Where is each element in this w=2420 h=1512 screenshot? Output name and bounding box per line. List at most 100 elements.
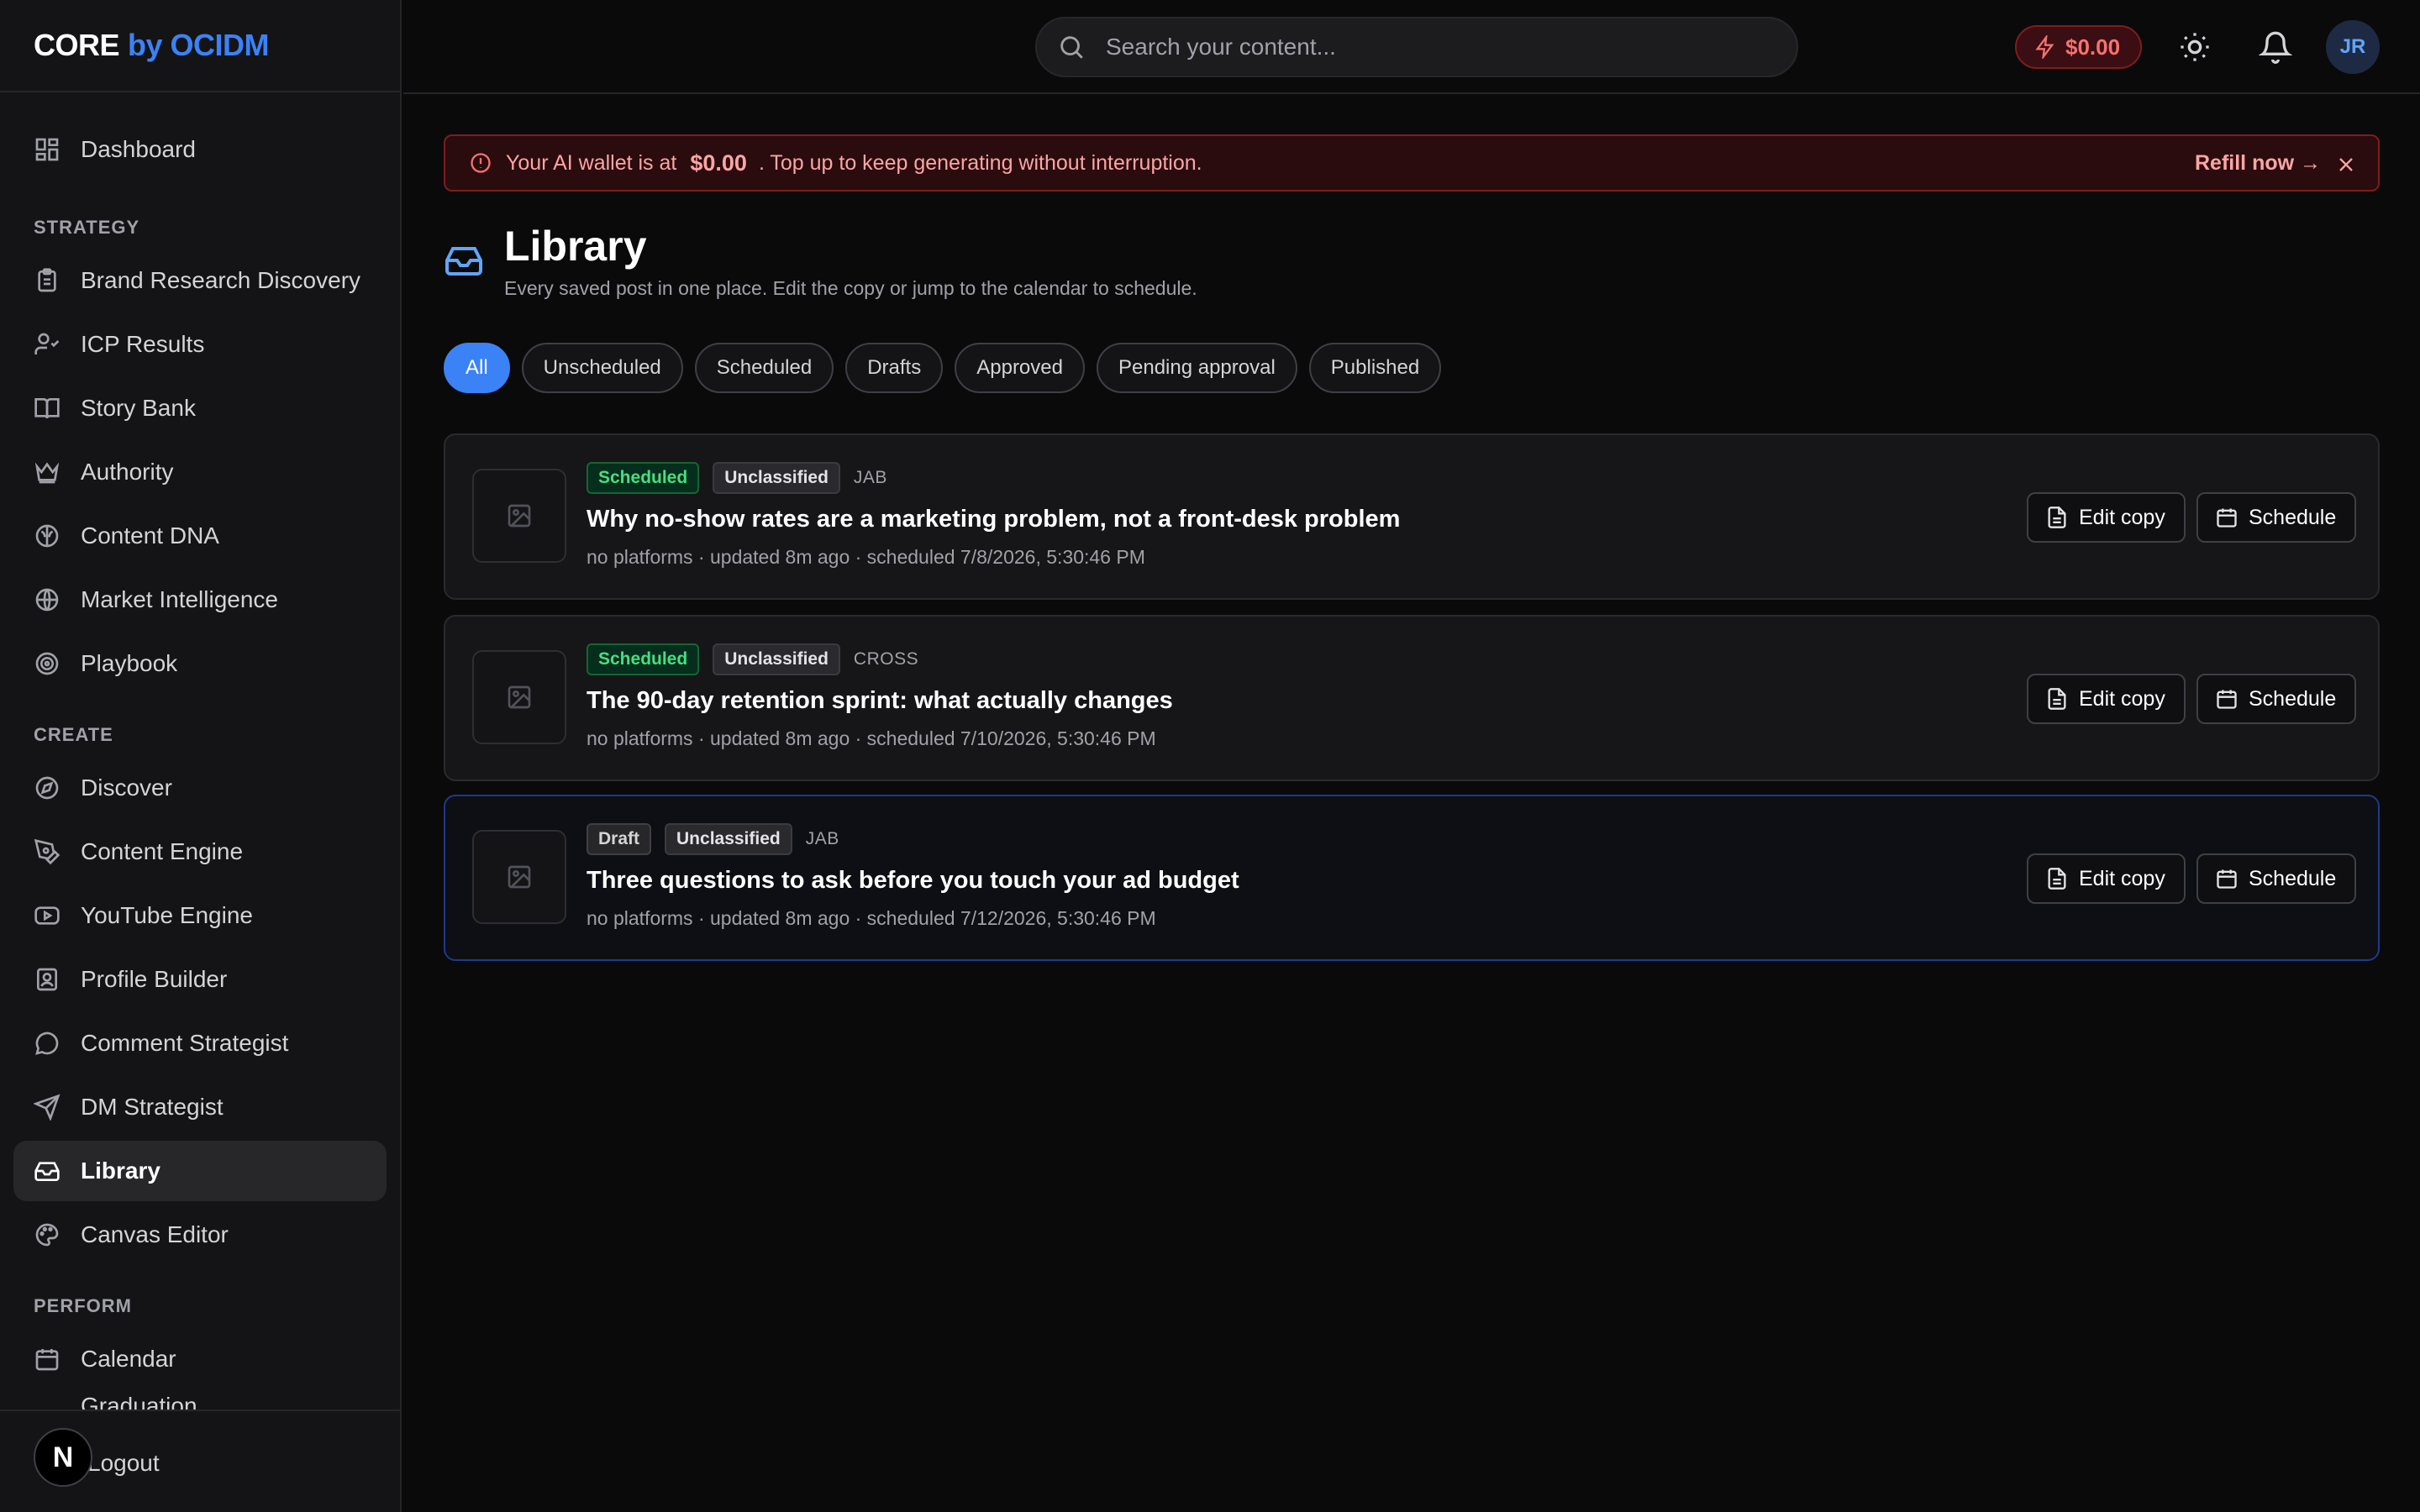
page-title: Library [504,223,647,270]
crown-icon [34,462,60,484]
post-title: The 90-day retention sprint: what actual… [587,687,1173,714]
calendar-icon [35,1349,59,1371]
contact-icon [37,968,57,991]
alert-prefix: Your AI wallet is at [506,150,677,175]
post-thumbnail [472,469,566,563]
sidebar-item-label: Market Intelligence [81,586,279,612]
schedule-label: Schedule [2249,866,2337,890]
image-placeholder-icon [508,865,531,889]
sidebar-item-dashboard[interactable]: Dashboard [13,119,387,180]
sidebar-item-playbook[interactable]: Playbook [13,633,387,694]
sidebar-item-label: YouTube Engine [81,902,253,928]
filter-approved[interactable]: Approved [955,343,1085,393]
sidebar-item-calendar[interactable]: Calendar [13,1329,387,1389]
sidebar-item-discover[interactable]: Discover [13,758,387,818]
search-bar[interactable] [1035,17,1798,77]
sidebar-item-dm-strategist[interactable]: DM Strategist [13,1077,387,1137]
sidebar-item-story-bank[interactable]: Story Bank [13,378,387,438]
message-circle-icon [35,1032,59,1055]
refill-now-link[interactable]: Refill now → [2195,151,2321,176]
wallet-alert-banner: Your AI wallet is at $0.00 . Top up to k… [444,134,2380,192]
inbox-icon [445,247,482,276]
filter-drafts[interactable]: Drafts [845,343,944,393]
sidebar-item-content-dna[interactable]: Content DNA [13,506,387,566]
brand-logo[interactable]: CORE by OCIDM [0,0,400,92]
sidebar-item-authority[interactable]: Authority [13,442,387,502]
post-meta: no platforms · updated 8m ago · schedule… [587,727,1156,749]
post-card[interactable]: Scheduled Unclassified CROSS The 90-day … [444,615,2380,781]
filter-scheduled[interactable]: Scheduled [694,343,834,393]
edit-copy-button[interactable]: Edit copy [2027,492,2186,543]
post-meta: no platforms · updated 8m ago · schedule… [587,546,1145,568]
sidebar-item-label: DM Strategist [81,1094,224,1120]
section-create: CREATE [34,724,113,745]
logout-button[interactable]: Logout [87,1450,160,1477]
sidebar-item-label: Content Engine [81,838,244,864]
book-open-icon [34,398,60,419]
post-code: JAB [853,468,887,487]
avatar[interactable]: JR [2326,20,2380,74]
calendar-icon [2217,690,2237,709]
sidebar-item-canvas-editor[interactable]: Canvas Editor [13,1205,387,1265]
sidebar-item-label: Playbook [81,650,178,676]
schedule-button[interactable]: Schedule [2196,674,2357,724]
close-icon[interactable] [2334,153,2358,176]
globe-icon [35,588,59,612]
filter-pending-approval[interactable]: Pending approval [1096,343,1297,393]
theme-toggle-button[interactable] [2171,24,2218,71]
post-title: Why no-show rates are a marketing proble… [587,506,1401,533]
status-badge: Scheduled [587,462,700,494]
edit-copy-button[interactable]: Edit copy [2027,853,2186,904]
sidebar-item-comment-strategist[interactable]: Comment Strategist [13,1013,387,1074]
compass-icon [35,776,59,800]
post-card[interactable]: Draft Unclassified JAB Three questions t… [444,795,2380,961]
post-code: JAB [805,829,839,848]
wallet-balance-pill[interactable]: $0.00 [2015,25,2143,69]
calendar-icon [2217,869,2237,889]
sidebar-item-content-engine[interactable]: Content Engine [13,822,387,882]
edit-copy-label: Edit copy [2079,686,2165,711]
schedule-button[interactable]: Schedule [2196,853,2357,904]
sidebar-item-market-intelligence[interactable]: Market Intelligence [13,570,387,630]
sidebar-item-brand-research[interactable]: Brand Research Discovery [13,250,387,311]
sidebar-item-label: Discover [81,774,172,801]
pen-tool-icon [34,838,60,865]
post-code: CROSS [853,649,919,669]
filter-published[interactable]: Published [1308,343,1442,393]
edit-copy-button[interactable]: Edit copy [2027,674,2186,724]
sidebar-item-youtube-engine[interactable]: YouTube Engine [13,885,387,946]
post-card[interactable]: Scheduled Unclassified JAB Why no-show r… [444,433,2380,600]
post-tags: Draft Unclassified JAB [587,823,839,855]
send-icon [34,1094,60,1121]
post-meta: no platforms · updated 8m ago · schedule… [587,907,1156,929]
post-title: Three questions to ask before you touch … [587,867,1239,894]
notifications-button[interactable] [2252,24,2299,71]
search-input[interactable] [1106,34,1778,60]
sidebar-item-label: Brand Research Discovery [81,267,361,293]
status-badge: Scheduled [587,643,700,675]
sidebar-item-library[interactable]: Library [13,1141,387,1201]
image-placeholder-icon [508,685,531,709]
alert-suffix: . Top up to keep generating without inte… [758,150,1202,175]
palette-icon [35,1223,59,1247]
sidebar-item-label: Profile Builder [81,966,228,992]
category-badge: Unclassified [665,823,792,855]
sidebar-item-label: ICP Results [81,331,205,357]
sidebar-item-profile-builder[interactable]: Profile Builder [13,949,387,1010]
clipboard-icon [38,268,56,292]
schedule-button[interactable]: Schedule [2196,492,2357,543]
filter-unscheduled[interactable]: Unscheduled [521,343,683,393]
edit-copy-label: Edit copy [2079,505,2165,529]
sidebar-item-label: Calendar [81,1346,176,1372]
sidebar-item-icp-results[interactable]: ICP Results [13,314,387,375]
post-thumbnail [472,650,566,744]
n-badge-icon[interactable]: N [34,1428,92,1487]
sidebar-item-label: Authority [81,459,174,485]
sidebar-footer: Logout N [0,1410,400,1512]
brand-by: by OCIDM [128,28,270,62]
filter-all[interactable]: All [444,343,510,393]
user-check-icon [34,333,60,354]
youtube-icon [34,906,60,925]
section-perform: PERFORM [34,1295,132,1316]
sidebar-item-label: Canvas Editor [81,1221,229,1247]
